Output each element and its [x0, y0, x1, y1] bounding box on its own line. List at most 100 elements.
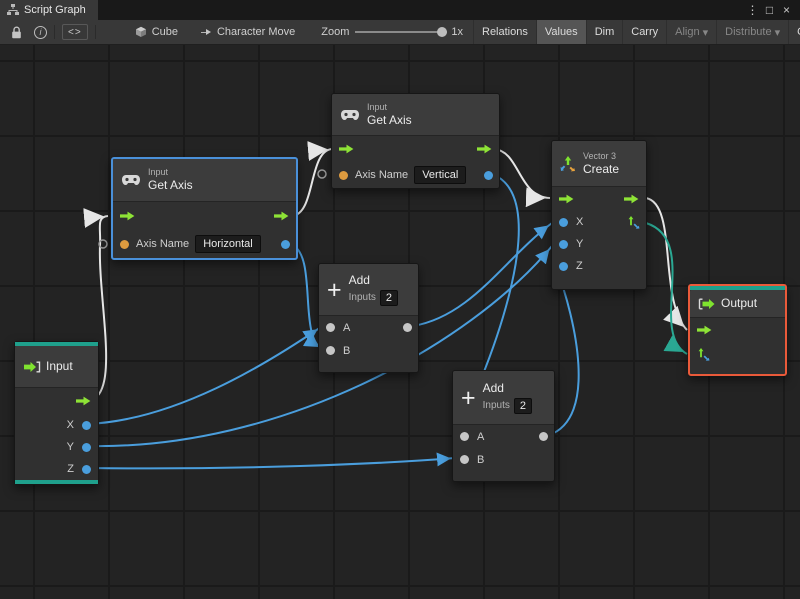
wire-flow-getaxis-vertical-to-vector3[interactable]	[493, 148, 551, 208]
close-icon[interactable]: ×	[779, 3, 794, 17]
node-vector3-create[interactable]: Vector 3 Create X Y Z	[551, 140, 647, 290]
overview-button[interactable]: Overv	[788, 20, 800, 44]
input-event-icon	[24, 361, 41, 372]
inputs-label: Inputs	[482, 399, 510, 411]
wire-input-x-to-add-top-a[interactable]	[87, 326, 322, 425]
maximize-icon[interactable]: □	[762, 3, 777, 17]
menu-icon[interactable]: ⋮	[745, 3, 760, 17]
output-event-icon	[698, 298, 715, 309]
distribute-dropdown[interactable]: Distribute ▾	[716, 20, 788, 44]
node-add-top[interactable]: + Add Inputs 2 A B	[318, 263, 419, 373]
port-z-label: Z	[67, 463, 74, 475]
port-b[interactable]	[326, 346, 335, 355]
distribute-label: Distribute	[725, 26, 772, 38]
info-icon[interactable]: i	[34, 25, 47, 39]
port-a-label: A	[477, 430, 485, 443]
port-z[interactable]	[559, 261, 568, 271]
inputs-label: Inputs	[348, 291, 376, 303]
event-accent-bottom	[15, 480, 98, 484]
node-output-event[interactable]: Output	[688, 284, 787, 376]
vector-value-port[interactable]	[697, 347, 710, 361]
wire-input-z-to-add-bottom-b[interactable]	[87, 452, 456, 470]
chevron-down-icon: ▾	[774, 26, 781, 39]
flow-in-port[interactable]	[120, 211, 135, 221]
port-y-label: Y	[66, 441, 74, 453]
axis-name-value[interactable]: Horizontal	[195, 235, 261, 253]
separator	[94, 25, 96, 39]
port-x[interactable]	[559, 217, 568, 227]
node-title: Get Axis	[148, 178, 193, 193]
port-x-label: X	[66, 419, 74, 431]
sum-port[interactable]	[403, 323, 412, 332]
zoom-slider[interactable]	[355, 27, 448, 37]
gamepad-icon	[122, 175, 140, 185]
node-category: Vector 3	[583, 150, 617, 161]
inputs-count-value[interactable]: 2	[513, 397, 532, 414]
result-port[interactable]	[484, 170, 493, 180]
port-y[interactable]	[82, 442, 91, 452]
zoom-slider-handle[interactable]	[437, 27, 448, 37]
axis-name-port[interactable]	[339, 170, 348, 180]
vector3-icon	[560, 155, 575, 171]
align-label: Align	[675, 26, 700, 38]
flow-in-port[interactable]	[339, 144, 354, 154]
node-get-axis-vertical[interactable]: Input Get Axis Axis Name Vertical	[331, 93, 500, 189]
node-title: Get Axis	[367, 112, 412, 127]
flow-out-port[interactable]	[477, 144, 492, 154]
gamepad-icon	[341, 109, 359, 120]
unconnected-port[interactable]	[317, 169, 327, 179]
node-add-bottom[interactable]: + Add Inputs 2 A B	[452, 370, 555, 482]
character-move-label: Character Move	[216, 26, 296, 38]
cube-label: Cube	[151, 26, 178, 38]
axis-name-value[interactable]: Vertical	[414, 166, 467, 184]
tab-label: Script Graph	[24, 4, 86, 16]
param-label: Axis Name	[136, 238, 190, 250]
port-y[interactable]	[559, 239, 568, 249]
port-z[interactable]	[82, 464, 91, 474]
port-a[interactable]	[460, 432, 469, 441]
flow-out-port[interactable]	[624, 194, 639, 204]
vector-result-port[interactable]	[627, 215, 640, 229]
align-dropdown[interactable]: Align ▾	[666, 20, 716, 44]
port-a[interactable]	[326, 323, 335, 332]
node-input-event[interactable]: Input X Y Z	[14, 341, 99, 485]
node-get-axis-horizontal[interactable]: Input Get Axis Axis Name Horizontal	[111, 157, 298, 260]
zoom-label: Zoom	[321, 26, 350, 38]
plus-icon: +	[461, 383, 476, 412]
tab-bar: Script Graph ⋮ □ ×	[0, 0, 800, 20]
node-category: Input	[367, 101, 388, 112]
flow-out-port[interactable]	[76, 396, 91, 406]
flow-in-port[interactable]	[559, 194, 574, 204]
lock-icon[interactable]	[8, 26, 25, 39]
axis-name-port[interactable]	[120, 239, 129, 249]
wire-flow-vector3-to-output[interactable]	[645, 197, 688, 331]
dim-button[interactable]: Dim	[585, 20, 623, 44]
inputs-count-value[interactable]: 2	[379, 289, 398, 306]
graph-toolbar: i <> Cube Character Move Zoom 1x Relatio…	[0, 20, 800, 45]
port-a-label: A	[343, 321, 351, 334]
port-b[interactable]	[460, 455, 469, 464]
carry-button[interactable]: Carry	[622, 20, 666, 44]
script-graph-icon	[7, 4, 19, 15]
node-title: Create	[583, 161, 620, 176]
result-port[interactable]	[281, 239, 290, 249]
sum-port[interactable]	[539, 432, 548, 441]
port-x[interactable]	[82, 420, 91, 430]
node-title: Input	[46, 359, 73, 374]
cube-icon	[135, 26, 146, 37]
port-z-label: Z	[576, 260, 583, 272]
node-title: Add	[482, 381, 504, 396]
values-button[interactable]: Values	[535, 20, 586, 44]
cube-breadcrumb[interactable]: Cube	[135, 26, 178, 38]
chevron-down-icon: ▾	[702, 26, 709, 39]
character-move-breadcrumb[interactable]: Character Move	[200, 26, 295, 38]
param-label: Axis Name	[355, 169, 409, 181]
wire-flow-getaxis-horizontal-to-getaxis-vertical[interactable]	[291, 141, 333, 217]
flow-in-port[interactable]	[697, 325, 712, 335]
relations-button[interactable]: Relations	[473, 20, 536, 44]
tab-script-graph[interactable]: Script Graph	[0, 0, 98, 20]
code-view-icon[interactable]: <>	[62, 24, 88, 40]
zoom-value: 1x	[451, 26, 463, 38]
flow-out-port[interactable]	[274, 211, 289, 221]
node-title: Output	[721, 296, 758, 311]
